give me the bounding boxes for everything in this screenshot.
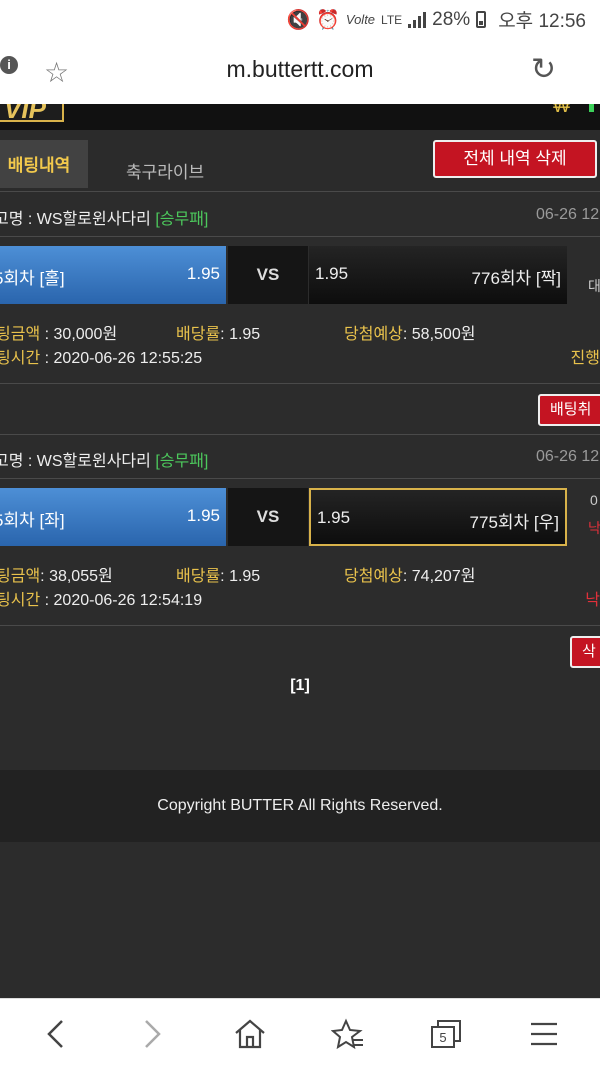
lte-label: LTE bbox=[381, 12, 403, 27]
pick-home-odds: 1.95 bbox=[186, 506, 220, 525]
odds-label: 배당률 bbox=[176, 568, 221, 585]
amount-label: 팅금액 bbox=[0, 326, 41, 343]
odds-label: 배당률 bbox=[176, 326, 221, 343]
green-marker bbox=[589, 104, 594, 112]
mute-icon: 🔇 bbox=[286, 9, 311, 31]
back-icon[interactable] bbox=[26, 999, 86, 1067]
browser-toolbar: 5 bbox=[0, 998, 600, 1067]
forward-icon[interactable] bbox=[122, 999, 182, 1067]
pick-away[interactable]: 1.95 776회차 [짝] bbox=[309, 246, 567, 304]
amount-value: 38,055원 bbox=[49, 568, 113, 585]
delete-all-button[interactable]: 전체 내역 삭제 bbox=[433, 140, 597, 178]
delete-bet-button[interactable]: 삭 bbox=[570, 636, 600, 668]
game-name: 고명 : WS할로윈사다리 bbox=[0, 453, 151, 470]
reload-icon[interactable]: ↻ bbox=[531, 52, 556, 87]
result-type: [승무패] bbox=[155, 453, 209, 470]
tabs-icon[interactable]: 5 bbox=[416, 999, 476, 1067]
amount-value: 30,000원 bbox=[53, 326, 118, 343]
expected-label: 당첨예상 bbox=[344, 326, 403, 343]
menu-icon[interactable] bbox=[514, 999, 574, 1067]
vip-badge: VIP bbox=[0, 104, 64, 122]
browser-address-bar: ☆ i m.buttertt.com ↻ bbox=[0, 38, 600, 104]
home-icon[interactable] bbox=[220, 999, 280, 1067]
battery-percent: 28% bbox=[432, 8, 471, 30]
web-content: VIP ₩ 배팅내역 축구라이브 전체 내역 삭제 고명 : WS할로윈사다리 … bbox=[0, 104, 600, 998]
site-info-icon[interactable]: i bbox=[0, 56, 18, 74]
expected-value: 74,207원 bbox=[411, 568, 476, 585]
game-name: 고명 : WS할로윈사다리 bbox=[0, 211, 151, 228]
site-header: VIP ₩ bbox=[0, 104, 600, 130]
pick-away-selected[interactable]: 1.95 775회차 [우] bbox=[309, 488, 567, 546]
vs-label: VS bbox=[228, 246, 308, 304]
side-bottom-text: 낙 bbox=[588, 520, 600, 536]
result-type: [승무패] bbox=[155, 211, 209, 228]
time-label: 팅시간 bbox=[0, 592, 41, 609]
pick-away-odds: 1.95 bbox=[315, 264, 349, 283]
side-text: 대 bbox=[588, 278, 600, 294]
time-label: 팅시간 bbox=[0, 350, 41, 367]
battery-icon bbox=[476, 11, 487, 28]
bet-status: 낙 bbox=[585, 592, 600, 609]
bookmarks-icon[interactable] bbox=[318, 999, 378, 1067]
volte-label: Volte bbox=[345, 12, 376, 27]
expected-label: 당첨예상 bbox=[344, 568, 403, 585]
pick-home[interactable]: 5회차 [좌] 1.95 bbox=[0, 488, 226, 546]
coin-icon: ₩ bbox=[553, 104, 570, 116]
footer-copyright: Copyright BUTTER All Rights Reserved. bbox=[0, 770, 600, 842]
bet-header: 고명 : WS할로윈사다리 [승무패] 06-26 12 bbox=[0, 193, 600, 237]
url-field[interactable]: i m.buttertt.com bbox=[0, 56, 600, 83]
signal-icon bbox=[408, 11, 427, 28]
pick-away-label: 775회차 [우] bbox=[469, 513, 559, 532]
bet-status: 진행 bbox=[570, 350, 600, 367]
tab-row: 배팅내역 축구라이브 전체 내역 삭제 bbox=[0, 130, 600, 192]
tab-soccer-live[interactable]: 축구라이브 bbox=[126, 158, 204, 183]
time-value: 2020-06-26 12:54:19 bbox=[53, 592, 203, 609]
bet-action-row: 삭 bbox=[0, 625, 600, 677]
odds-value: 1.95 bbox=[229, 326, 261, 343]
status-bar: 🔇 ⏰ Volte LTE 28% 오후 12:56 bbox=[0, 0, 600, 38]
pick-home-label: 5회차 [좌] bbox=[0, 511, 65, 530]
bet-date: 06-26 12 bbox=[536, 206, 600, 223]
time-value: 2020-06-26 12:55:25 bbox=[53, 350, 203, 367]
pick-home-odds: 1.95 bbox=[186, 264, 220, 283]
odds-value: 1.95 bbox=[229, 568, 261, 585]
bet-picks: 5회차 [좌] 1.95 VS 1.95 775회차 [우] 0 낙 bbox=[0, 488, 600, 546]
bet-picks: 5회차 [홀] 1.95 VS 1.95 776회차 [짝] 대 bbox=[0, 246, 600, 304]
alarm-icon: ⏰ bbox=[316, 9, 340, 31]
tab-bet-history[interactable]: 배팅내역 bbox=[0, 140, 88, 188]
expected-value: 58,500원 bbox=[411, 326, 476, 343]
pick-home[interactable]: 5회차 [홀] 1.95 bbox=[0, 246, 226, 304]
clock: 오후 12:56 bbox=[498, 11, 586, 32]
pick-away-odds: 1.95 bbox=[317, 508, 351, 527]
tabs-count: 5 bbox=[439, 1030, 446, 1045]
bet-header: 고명 : WS할로윈사다리 [승무패] 06-26 12 bbox=[0, 435, 600, 479]
side-top-text: 0 bbox=[590, 492, 598, 508]
bet-card: 고명 : WS할로윈사다리 [승무패] 06-26 12 5회차 [좌] 1.9… bbox=[0, 435, 600, 625]
pagination-page[interactable]: [1] bbox=[0, 677, 600, 695]
cancel-bet-button[interactable]: 배팅취 bbox=[538, 394, 600, 426]
bet-date: 06-26 12 bbox=[536, 448, 600, 465]
vs-label: VS bbox=[228, 488, 308, 546]
bet-card: 고명 : WS할로윈사다리 [승무패] 06-26 12 5회차 [홀] 1.9… bbox=[0, 193, 600, 385]
pick-home-label: 5회차 [홀] bbox=[0, 269, 65, 288]
bet-action-row: 배팅취 bbox=[0, 383, 600, 435]
pick-away-label: 776회차 [짝] bbox=[471, 269, 561, 288]
amount-label: 팅금액 bbox=[0, 568, 41, 585]
url-text: m.buttertt.com bbox=[226, 56, 374, 82]
